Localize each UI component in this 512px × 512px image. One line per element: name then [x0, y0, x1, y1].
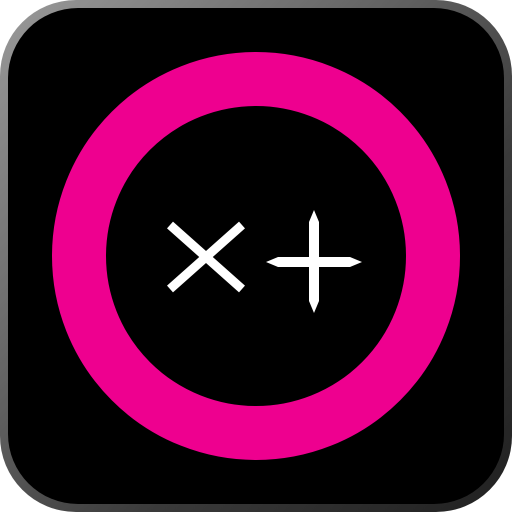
- app-icon-frame[interactable]: [0, 0, 512, 512]
- plus-icon: [266, 210, 362, 313]
- multiply-icon: [167, 221, 245, 293]
- operator-symbols: [167, 210, 362, 313]
